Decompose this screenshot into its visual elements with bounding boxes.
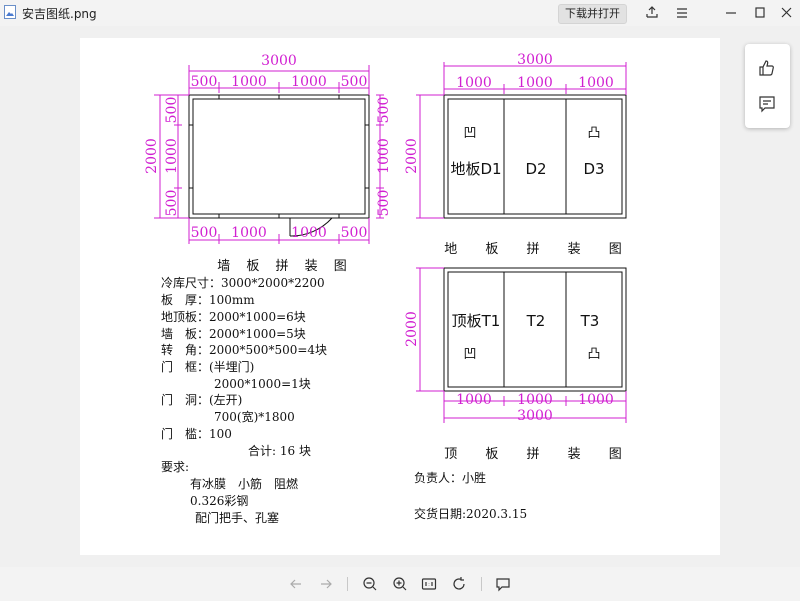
floor-panel-d3: D3 bbox=[583, 160, 604, 178]
concave-symbol: 凹 bbox=[463, 347, 476, 362]
roof-bottom-total: 3000 bbox=[517, 408, 553, 424]
convex-symbol: 凸 bbox=[587, 347, 600, 362]
spec-line: 2000*1000=1块 bbox=[214, 377, 311, 391]
floor-caption: 地 板 拼 装 图 bbox=[444, 242, 634, 257]
roof-caption: 顶 板 拼 装 图 bbox=[444, 447, 634, 462]
image-file-icon bbox=[4, 5, 16, 19]
floor-top-seg: 1000 bbox=[517, 75, 553, 91]
zoom-in-icon[interactable] bbox=[392, 576, 408, 592]
toolbar-divider bbox=[347, 577, 348, 591]
floor-top-total: 3000 bbox=[517, 52, 553, 68]
spec-line: 700(宽)*1800 bbox=[214, 409, 295, 424]
wall-left-seg: 500 bbox=[164, 190, 180, 217]
floor-top-seg: 1000 bbox=[578, 75, 614, 91]
wall-right-seg: 500 bbox=[376, 190, 392, 217]
floor-assembly-diagram bbox=[443, 94, 627, 219]
file-name: 安吉图纸.png bbox=[22, 7, 97, 21]
minimize-icon[interactable] bbox=[722, 4, 740, 22]
wall-bottom-seg: 500 bbox=[191, 225, 218, 241]
requirement-line: 0.326彩钢 bbox=[190, 494, 248, 508]
floor-top-seg: 1000 bbox=[456, 75, 492, 91]
wall-right-seg: 1000 bbox=[376, 138, 392, 174]
wall-assembly-diagram bbox=[188, 94, 370, 237]
spec-list: 冷库尺寸：3000*2000*2200 板 厚：100mm 地顶板：2000*1… bbox=[161, 275, 327, 525]
comment-icon[interactable] bbox=[495, 576, 511, 592]
wall-bottom-seg: 500 bbox=[341, 225, 368, 241]
floor-left-total: 2000 bbox=[404, 138, 420, 174]
menu-icon[interactable] bbox=[673, 4, 691, 22]
spec-line: 地顶板：2000*1000=6块 bbox=[161, 310, 306, 324]
spec-line: 门 洞：(左开) bbox=[161, 392, 242, 407]
prev-arrow-icon[interactable] bbox=[288, 576, 304, 592]
title-bar: 安吉图纸.png 下载并打开 bbox=[0, 0, 800, 26]
wall-top-seg: 1000 bbox=[291, 74, 327, 90]
roof-panel-t1: 顶板T1 bbox=[452, 312, 501, 330]
wall-left-total: 2000 bbox=[144, 138, 160, 174]
wall-bottom-seg: 1000 bbox=[231, 225, 267, 241]
requirement-line: 配门把手、孔塞 bbox=[195, 510, 279, 525]
delivery-date: 交货日期:2020.3.15 bbox=[414, 506, 527, 521]
requirement-line: 有冰膜 小筋 阻燃 bbox=[190, 476, 298, 491]
requirements-heading: 要求: bbox=[161, 460, 189, 474]
convex-symbol: 凸 bbox=[587, 126, 600, 141]
wall-right-seg: 500 bbox=[376, 97, 392, 124]
spec-total: 合计: 16 块 bbox=[248, 443, 311, 458]
image-canvas: 3000 500 1000 1000 500 500 1000 1000 500… bbox=[80, 38, 720, 555]
wall-caption: 墙 板 拼 装 图 bbox=[217, 259, 353, 274]
bottom-toolbar bbox=[0, 567, 800, 601]
roof-bottom-seg: 1000 bbox=[517, 392, 553, 408]
floor-panel-d1: 地板D1 bbox=[450, 160, 501, 178]
wall-top-seg: 1000 bbox=[231, 74, 267, 90]
cad-drawing: 3000 500 1000 1000 500 500 1000 1000 500… bbox=[144, 52, 634, 525]
wall-top-seg: 500 bbox=[341, 74, 368, 90]
next-arrow-icon[interactable] bbox=[318, 576, 334, 592]
download-and-open-button[interactable]: 下载并打开 bbox=[558, 4, 627, 24]
wall-left-seg: 500 bbox=[164, 97, 180, 124]
wall-bottom-seg: 1000 bbox=[291, 225, 327, 241]
roof-left-total: 2000 bbox=[404, 311, 420, 347]
spec-line: 板 厚：100mm bbox=[161, 293, 255, 307]
roof-panel-t2: T2 bbox=[526, 312, 546, 330]
spec-line: 冷库尺寸：3000*2000*2200 bbox=[161, 275, 325, 290]
floor-panel-d2: D2 bbox=[525, 160, 546, 178]
wall-left-seg: 1000 bbox=[164, 138, 180, 174]
wall-top-seg: 500 bbox=[191, 74, 218, 90]
maximize-icon[interactable] bbox=[751, 4, 769, 22]
wall-top-total: 3000 bbox=[261, 53, 297, 69]
roof-panel-t3: T3 bbox=[580, 312, 600, 330]
close-icon[interactable] bbox=[778, 4, 796, 22]
spec-line: 门 槛：100 bbox=[161, 426, 232, 441]
zoom-out-icon[interactable] bbox=[362, 576, 378, 592]
roof-bottom-seg: 1000 bbox=[578, 392, 614, 408]
feedback-panel bbox=[745, 44, 790, 128]
actual-size-icon[interactable] bbox=[421, 576, 437, 592]
responsible-person: 负责人：小胜 bbox=[414, 470, 486, 485]
thumbs-up-icon[interactable] bbox=[757, 58, 777, 78]
spec-line: 门 框：(半埋门) bbox=[161, 359, 254, 374]
spec-line: 墙 板：2000*1000=5块 bbox=[161, 327, 306, 341]
roof-bottom-seg: 1000 bbox=[456, 392, 492, 408]
spec-line: 转 角：2000*500*500=4块 bbox=[161, 342, 327, 357]
rotate-icon[interactable] bbox=[451, 576, 467, 592]
concave-symbol: 凹 bbox=[463, 126, 476, 141]
share-icon[interactable] bbox=[643, 4, 661, 22]
toolbar-divider bbox=[481, 577, 482, 591]
comment-icon[interactable] bbox=[757, 94, 777, 114]
